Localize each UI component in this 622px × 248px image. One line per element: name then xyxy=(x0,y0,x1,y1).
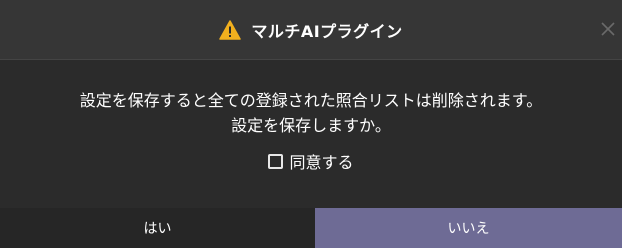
dialog-footer: はい いいえ xyxy=(0,208,622,248)
confirm-dialog: マルチAIプラグイン 設定を保存すると全ての登録された照合リストは削除されます。… xyxy=(0,0,622,248)
agree-checkbox-row[interactable]: 同意する xyxy=(0,149,622,173)
warning-triangle-icon xyxy=(219,20,242,40)
no-button[interactable]: いいえ xyxy=(315,208,622,248)
dialog-message-line1: 設定を保存すると全ての登録された照合リストは削除されます。 xyxy=(79,91,543,110)
dialog-titlebar: マルチAIプラグイン xyxy=(0,0,622,60)
agree-checkbox[interactable] xyxy=(268,153,284,169)
dialog-message-line2: 設定を保存しますか。 xyxy=(231,116,391,135)
dialog-body: 設定を保存すると全ての登録された照合リストは削除されます。 設定を保存しますか。… xyxy=(0,60,622,208)
close-icon xyxy=(601,22,615,36)
close-button[interactable] xyxy=(594,15,622,43)
yes-button[interactable]: はい xyxy=(0,208,315,248)
dialog-title: マルチAIプラグイン xyxy=(251,22,403,41)
agree-checkbox-label[interactable]: 同意する xyxy=(289,149,353,173)
dialog-title-group: マルチAIプラグイン xyxy=(0,0,622,60)
